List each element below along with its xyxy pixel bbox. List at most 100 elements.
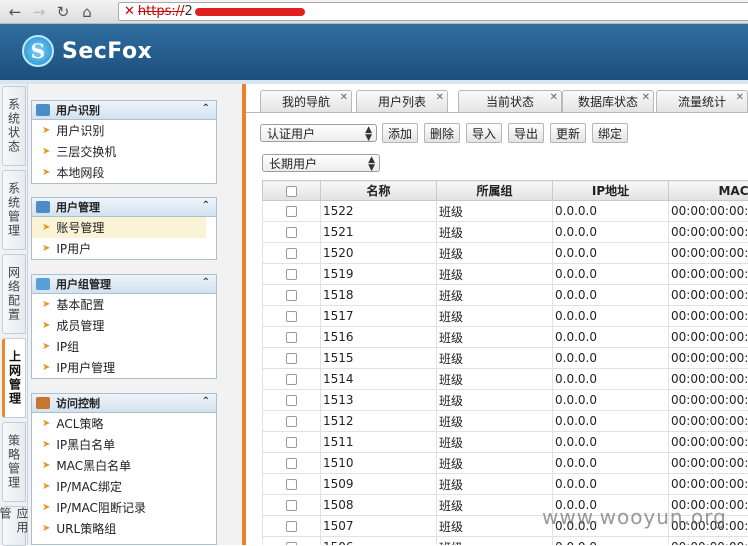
column-header-name[interactable]: 名称 [321, 181, 437, 201]
column-header-ip[interactable]: IP地址 [553, 181, 669, 201]
row-checkbox[interactable] [286, 269, 297, 280]
vtab-system-status[interactable]: 系统状态 [2, 86, 26, 166]
row-checkbox[interactable] [286, 311, 297, 322]
user-term-select[interactable]: 长期用户 ▲▼ [262, 154, 380, 172]
cell-mac: 00:00:00:00:00:00 [669, 201, 748, 222]
menu-item-user-identification[interactable]: ➤用户识别 [32, 120, 216, 141]
close-icon[interactable]: ✕ [550, 92, 558, 103]
vtab-system-management[interactable]: 系统管理 [2, 170, 26, 250]
menu-item-basic-config[interactable]: ➤基本配置 [32, 294, 216, 315]
tab-traffic-stats[interactable]: 流量统计✕ [656, 90, 748, 112]
back-icon[interactable]: ← [6, 3, 24, 21]
row-checkbox[interactable] [286, 290, 297, 301]
row-checkbox[interactable] [286, 500, 297, 511]
table-row[interactable]: 1517班级0.0.0.000:00:00:00:00:00 [263, 306, 748, 327]
table-row[interactable]: 1518班级0.0.0.000:00:00:00:00:00 [263, 285, 748, 306]
row-checkbox[interactable] [286, 332, 297, 343]
column-header-mac[interactable]: MAC地址 [669, 181, 748, 201]
close-icon[interactable]: ✕ [736, 92, 744, 103]
table-row[interactable]: 1520班级0.0.0.000:00:00:00:00:00 [263, 243, 748, 264]
forward-icon[interactable]: → [30, 3, 48, 21]
row-checkbox[interactable] [286, 206, 297, 217]
collapse-icon[interactable]: ⌃ [202, 396, 210, 407]
row-checkbox[interactable] [286, 227, 297, 238]
table-row[interactable]: 1512班级0.0.0.000:00:00:00:00:00 [263, 411, 748, 432]
row-select-cell [263, 327, 321, 348]
menu-item-mac-blackwhite-list[interactable]: ➤MAC黑白名单 [32, 455, 216, 476]
cell-name: 1513 [321, 390, 437, 411]
close-icon[interactable]: ✕ [436, 92, 444, 103]
vtab-label: 系统管理 [6, 182, 23, 238]
menu-item-ip-group[interactable]: ➤IP组 [32, 336, 216, 357]
row-checkbox[interactable] [286, 521, 297, 532]
row-checkbox[interactable] [286, 248, 297, 259]
vtab-application-management[interactable]: 应用管 [2, 506, 26, 546]
menu-item-ip-mac-binding[interactable]: ➤IP/MAC绑定 [32, 476, 216, 497]
group-header[interactable]: 访问控制 ⌃ [32, 394, 216, 413]
menu-item-member-management[interactable]: ➤成员管理 [32, 315, 216, 336]
row-checkbox[interactable] [286, 353, 297, 364]
group-title: 用户识别 [56, 102, 100, 118]
bind-button[interactable]: 绑定 [592, 123, 628, 143]
menu-item-layer3-switch[interactable]: ➤三层交换机 [32, 141, 216, 162]
tab-current-status[interactable]: 当前状态✕ [458, 90, 562, 112]
table-row[interactable]: 1510班级0.0.0.000:00:00:00:00:00 [263, 453, 748, 474]
row-checkbox[interactable] [286, 437, 297, 448]
row-checkbox[interactable] [286, 416, 297, 427]
export-button[interactable]: 导出 [508, 123, 544, 143]
delete-button[interactable]: 删除 [424, 123, 460, 143]
address-bar[interactable]: ✕ https:// 2 [118, 2, 748, 21]
collapse-icon[interactable]: ⌃ [202, 103, 210, 114]
collapse-icon[interactable]: ⌃ [202, 277, 210, 288]
row-checkbox[interactable] [286, 458, 297, 469]
reload-icon[interactable]: ↻ [54, 3, 72, 21]
cell-mac: 00:00:00:00:00:00 [669, 348, 748, 369]
add-button[interactable]: 添加 [382, 123, 418, 143]
tab-my-navigation[interactable]: 我的导航✕ [260, 90, 352, 112]
cell-name: 1508 [321, 495, 437, 516]
update-button[interactable]: 更新 [550, 123, 586, 143]
arrow-icon: ➤ [42, 362, 50, 373]
select-all-checkbox[interactable] [286, 186, 297, 197]
cell-name: 1521 [321, 222, 437, 243]
row-checkbox[interactable] [286, 479, 297, 490]
row-checkbox[interactable] [286, 374, 297, 385]
vtab-policy-management[interactable]: 策略管理 [2, 422, 26, 502]
group-header[interactable]: 用户组管理 ⌃ [32, 275, 216, 294]
cell-group: 班级 [437, 474, 553, 495]
tab-user-list[interactable]: 用户列表✕ [356, 90, 448, 112]
table-row[interactable]: 1514班级0.0.0.000:00:00:00:00:00 [263, 369, 748, 390]
table-row[interactable]: 1506班级0.0.0.000:00:00:00:00:00 [263, 537, 748, 546]
group-header[interactable]: 用户管理 ⌃ [32, 198, 216, 217]
table-row[interactable]: 1515班级0.0.0.000:00:00:00:00:00 [263, 348, 748, 369]
menu-item-acl-policy[interactable]: ➤ACL策略 [32, 413, 216, 434]
menu-item-ip-user[interactable]: ➤IP用户 [32, 238, 216, 259]
vtab-internet-management[interactable]: 上网管理 [2, 338, 26, 418]
table-row[interactable]: 1509班级0.0.0.000:00:00:00:00:00 [263, 474, 748, 495]
table-row[interactable]: 1519班级0.0.0.000:00:00:00:00:00 [263, 264, 748, 285]
menu-item-local-segment[interactable]: ➤本地网段 [32, 162, 216, 183]
table-row[interactable]: 1513班级0.0.0.000:00:00:00:00:00 [263, 390, 748, 411]
menu-item-ip-user-management[interactable]: ➤IP用户管理 [32, 357, 216, 378]
tab-database-status[interactable]: 数据库状态✕ [562, 90, 654, 112]
menu-item-ip-blackwhite-list[interactable]: ➤IP黑白名单 [32, 434, 216, 455]
collapse-icon[interactable]: ⌃ [202, 200, 210, 211]
home-icon[interactable]: ⌂ [78, 3, 96, 21]
menu-item-ip-mac-block-log[interactable]: ➤IP/MAC阻断记录 [32, 497, 216, 518]
row-checkbox[interactable] [286, 395, 297, 406]
auth-type-select[interactable]: 认证用户 ▲▼ [260, 124, 377, 142]
table-row[interactable]: 1521班级0.0.0.000:00:00:00:00:00 [263, 222, 748, 243]
close-icon[interactable]: ✕ [340, 92, 348, 103]
group-header[interactable]: 用户识别 ⌃ [32, 101, 216, 120]
menu-item-account-management[interactable]: ➤账号管理 [32, 217, 206, 238]
import-button[interactable]: 导入 [466, 123, 502, 143]
cell-group: 班级 [437, 327, 553, 348]
table-row[interactable]: 1511班级0.0.0.000:00:00:00:00:00 [263, 432, 748, 453]
close-icon[interactable]: ✕ [642, 92, 650, 103]
column-header-group[interactable]: 所属组 [437, 181, 553, 201]
table-row[interactable]: 1522班级0.0.0.000:00:00:00:00:00 [263, 201, 748, 222]
vtab-network-config[interactable]: 网络配置 [2, 254, 26, 334]
menu-item-url-policy-group[interactable]: ➤URL策略组 [32, 518, 216, 539]
cell-mac: 00:00:00:00:00:00 [669, 411, 748, 432]
table-row[interactable]: 1516班级0.0.0.000:00:00:00:00:00 [263, 327, 748, 348]
